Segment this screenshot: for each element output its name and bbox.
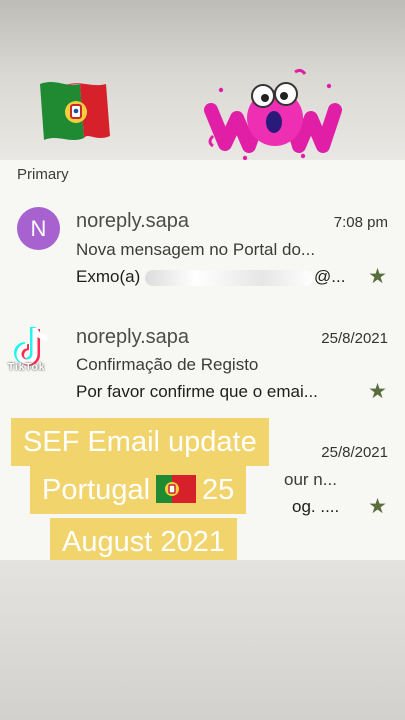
portugal-flag-sticker: [40, 82, 110, 140]
star-icon[interactable]: ★: [368, 379, 387, 404]
email-subject: Nova mensagem no Portal do...: [76, 240, 316, 259]
email-snippet: og. ....: [292, 497, 340, 516]
email-row[interactable]: noreply.sapa 25/8/2021 Confirmação de Re…: [0, 318, 405, 418]
caption-line-2-text: Portugal: [42, 474, 151, 506]
email-time: 7:08 pm: [333, 214, 388, 231]
email-time: 25/8/2021: [321, 444, 388, 461]
wow-sticker: [204, 68, 342, 161]
email-snippet-end: @...: [314, 267, 346, 286]
tiktok-watermark: TikTok: [8, 362, 46, 373]
email-subject: Confirmação de Registo: [76, 355, 259, 374]
star-icon[interactable]: ★: [368, 494, 387, 519]
caption-line-2-day: 25: [202, 474, 235, 506]
caption-line-3: August 2021: [50, 518, 237, 566]
section-label-primary: Primary: [17, 166, 69, 183]
email-time: 25/8/2021: [321, 330, 388, 347]
redaction-mark: [145, 270, 313, 286]
email-subject: our n...: [284, 470, 337, 489]
email-row[interactable]: N noreply.sapa 7:08 pm Nova mensagem no …: [0, 200, 405, 300]
star-icon[interactable]: ★: [368, 264, 387, 289]
email-snippet-start: Exmo(a): [76, 267, 141, 286]
email-snippet: Por favor confirme que o emai...: [76, 382, 318, 401]
portugal-flag-icon: [156, 475, 197, 503]
sender-name: noreply.sapa: [76, 210, 190, 232]
caption-line-2: Portugal 25: [30, 466, 247, 514]
caption-line-1: SEF Email update: [11, 418, 269, 466]
sender-name: noreply.sapa: [76, 326, 190, 348]
bottom-background: [0, 560, 405, 720]
sender-avatar: N: [17, 207, 60, 250]
